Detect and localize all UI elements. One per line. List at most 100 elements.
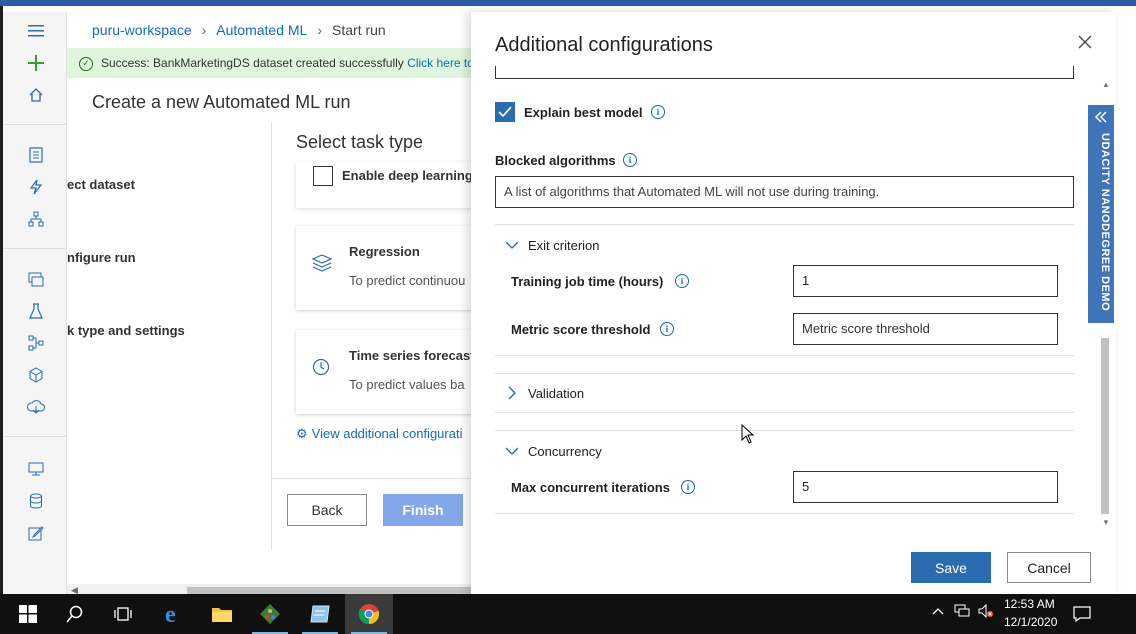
- success-check-icon: ✓: [79, 56, 93, 71]
- task-view-icon[interactable]: [99, 594, 147, 634]
- notifications-icon[interactable]: [1058, 594, 1106, 634]
- metric-score-threshold-input[interactable]: Metric score threshold: [793, 313, 1058, 345]
- footer-divider: [271, 478, 491, 479]
- scroll-left-icon[interactable]: ◀: [71, 585, 78, 594]
- notebook-icon[interactable]: [25, 144, 47, 166]
- automl-wizard-page: puru-workspace › Automated ML › Start run ✓ S…: [67, 12, 496, 594]
- deep-learning-label: Enable deep learning: [342, 168, 473, 183]
- task-card-regression[interactable]: Regression To predict continuou: [296, 226, 496, 310]
- deep-learning-checkbox[interactable]: [313, 166, 333, 186]
- endpoints-icon[interactable]: [25, 396, 47, 418]
- chrome-icon[interactable]: [345, 594, 393, 634]
- search-icon[interactable]: [51, 594, 99, 634]
- save-button[interactable]: Save: [911, 552, 991, 583]
- metric-score-threshold-label: Metric score threshold: [511, 322, 651, 337]
- chevron-up-icon[interactable]: [932, 604, 944, 618]
- clock-time[interactable]: 12:53 AM: [1004, 597, 1055, 611]
- udacity-side-tab[interactable]: UDACITY NANODEGREE DEMO: [1088, 105, 1114, 323]
- training-job-time-input[interactable]: 1: [793, 265, 1058, 297]
- close-icon[interactable]: [1074, 32, 1096, 54]
- step-select-dataset[interactable]: ect dataset: [67, 177, 135, 192]
- back-button[interactable]: Back: [287, 494, 367, 526]
- models-icon[interactable]: [25, 364, 47, 386]
- cancel-button[interactable]: Cancel: [1007, 552, 1091, 583]
- clipped-input-field[interactable]: [495, 66, 1074, 79]
- breadcrumb: puru-workspace › Automated ML › Start run: [92, 22, 386, 38]
- horizontal-scrollbar[interactable]: ◀: [67, 584, 487, 594]
- blocked-algorithms-label: Blocked algorithms: [495, 153, 616, 168]
- hamburger-menu-icon[interactable]: [25, 20, 47, 42]
- windows-taskbar: e 12:53 AM 12/1/2020: [0, 594, 1136, 634]
- explain-best-model-label: Explain best model: [524, 105, 643, 120]
- chevron-down-icon[interactable]: [505, 239, 519, 253]
- pipelines-icon[interactable]: [25, 332, 47, 354]
- windows-start-icon[interactable]: [4, 594, 52, 634]
- clock-icon: [312, 358, 330, 381]
- datastores-icon[interactable]: [25, 490, 47, 512]
- chevron-right-icon: ›: [317, 22, 323, 38]
- designer-icon[interactable]: [25, 208, 47, 230]
- plus-icon[interactable]: [25, 52, 47, 74]
- chevron-down-icon[interactable]: [505, 445, 519, 459]
- step-configure-run[interactable]: nfigure run: [67, 250, 136, 265]
- git-icon[interactable]: [246, 594, 294, 634]
- automated-ml-icon[interactable]: [25, 176, 47, 198]
- experiments-icon[interactable]: [25, 300, 47, 322]
- rail-divider: [3, 436, 67, 437]
- section-divider: [495, 430, 1074, 431]
- view-additional-config-link[interactable]: ⚙ View additional configurati: [296, 426, 462, 442]
- scrollbar-thumb[interactable]: [1101, 338, 1109, 514]
- svg-text:e: e: [165, 603, 176, 625]
- notepad-icon[interactable]: [296, 594, 344, 634]
- task-card-title: Regression: [349, 244, 420, 259]
- scroll-up-icon[interactable]: ▲: [1102, 80, 1110, 89]
- success-banner: ✓ Success: BankMarketingDS dataset create…: [67, 48, 487, 78]
- explain-best-model-checkbox[interactable]: [495, 102, 515, 122]
- side-tab-label: UDACITY NANODEGREE DEMO: [1099, 133, 1111, 312]
- finish-button[interactable]: Finish: [383, 494, 463, 526]
- mouse-cursor-icon: [741, 423, 755, 444]
- info-icon[interactable]: i: [651, 105, 665, 119]
- section-divider: [495, 373, 1074, 374]
- network-icon[interactable]: [954, 604, 970, 623]
- edge-browser-icon[interactable]: e: [150, 594, 198, 634]
- chevron-right-icon: ›: [201, 22, 207, 38]
- gear-icon: ⚙: [296, 426, 308, 441]
- deep-learning-card: Enable deep learning: [296, 162, 496, 208]
- task-card-time-series[interactable]: Time series forecast To predict values b…: [296, 330, 496, 414]
- task-card-desc: To predict continuou: [349, 273, 466, 288]
- compute-icon[interactable]: [25, 458, 47, 480]
- exit-criterion-title[interactable]: Exit criterion: [528, 238, 600, 253]
- datasets-icon[interactable]: [25, 268, 47, 290]
- clock-date[interactable]: 12/1/2020: [1004, 615, 1057, 629]
- info-icon[interactable]: i: [660, 322, 674, 336]
- home-icon[interactable]: [25, 84, 47, 106]
- blocked-algorithms-input[interactable]: A list of algorithms that Automated ML w…: [495, 176, 1074, 208]
- rail-divider: [3, 248, 67, 249]
- breadcrumb-automated-ml[interactable]: Automated ML: [216, 22, 307, 38]
- task-section-title: Select task type: [296, 132, 424, 152]
- scrollbar-thumb[interactable]: [187, 587, 487, 594]
- data-labeling-icon[interactable]: [25, 522, 47, 544]
- max-concurrent-iterations-input[interactable]: 5: [793, 471, 1058, 503]
- success-message: Success: BankMarketingDS dataset created…: [101, 56, 404, 70]
- chevron-right-icon[interactable]: [505, 386, 519, 400]
- volume-muted-icon[interactable]: [978, 603, 994, 623]
- section-divider: [495, 224, 1074, 225]
- info-icon[interactable]: i: [675, 274, 689, 288]
- double-chevron-left-icon: [1094, 111, 1108, 125]
- validation-title[interactable]: Validation: [528, 386, 584, 401]
- task-card-desc: To predict values ba: [349, 377, 465, 392]
- file-explorer-icon[interactable]: [198, 594, 246, 634]
- step-task-settings[interactable]: k type and settings: [67, 323, 185, 338]
- breadcrumb-current: Start run: [332, 22, 386, 38]
- scroll-down-icon[interactable]: ▼: [1102, 518, 1110, 527]
- max-concurrent-iterations-label: Max concurrent iterations: [511, 480, 670, 495]
- additional-configurations-panel: Additional configurations ▲ ▼ Explain be…: [471, 12, 1116, 594]
- layers-icon: [311, 254, 333, 277]
- concurrency-title[interactable]: Concurrency: [528, 444, 602, 459]
- rail-divider: [3, 124, 67, 125]
- breadcrumb-workspace[interactable]: puru-workspace: [92, 22, 192, 38]
- info-icon[interactable]: i: [681, 480, 695, 494]
- info-icon[interactable]: i: [623, 153, 637, 167]
